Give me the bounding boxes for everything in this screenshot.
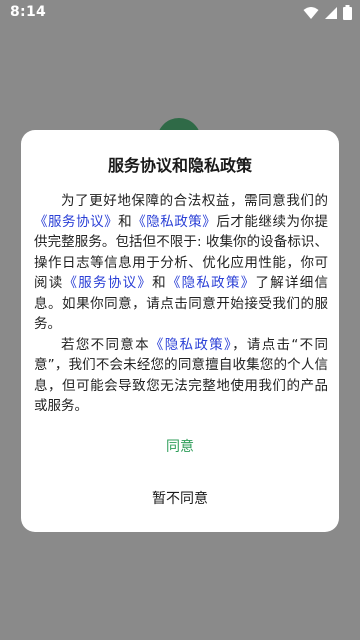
disagree-button[interactable]: 暂不同意 (21, 482, 339, 516)
cellular-signal-icon (324, 5, 338, 24)
body-text: 若您不同意本 (61, 336, 150, 353)
wifi-icon (303, 5, 319, 24)
privacy-policy-link[interactable]: 《隐私政策》 (132, 214, 216, 230)
privacy-policy-link[interactable]: 《隐私政策》 (167, 275, 256, 291)
status-time: 8:14 (10, 4, 47, 20)
privacy-dialog: 服务协议和隐私政策 为了更好地保障的合法权益，需同意我们的《服务协议》和《隐私政… (21, 130, 339, 532)
dialog-paragraph-2: 若您不同意本《隐私政策》，请点击“不同意”，我们不会未经您的同意擅自收集您的个人… (34, 335, 328, 417)
agree-button[interactable]: 同意 (21, 430, 339, 464)
dialog-body: 为了更好地保障的合法权益，需同意我们的《服务协议》和《隐私政策》后才能继续为你提… (34, 191, 328, 417)
body-text: 和 (152, 275, 167, 291)
dialog-paragraph-1: 为了更好地保障的合法权益，需同意我们的《服务协议》和《隐私政策》后才能继续为你提… (34, 191, 328, 335)
status-bar: 8:14 (0, 0, 360, 26)
service-agreement-link[interactable]: 《服务协议》 (64, 275, 153, 291)
battery-icon (343, 5, 352, 24)
status-icons (303, 5, 352, 24)
body-text: 为了更好地保障的合法权益，需同意我们的 (61, 193, 328, 209)
dialog-title: 服务协议和隐私政策 (107, 156, 252, 175)
privacy-policy-link[interactable]: 《隐私政策》 (150, 337, 232, 353)
service-agreement-link[interactable]: 《服务协议》 (34, 214, 118, 230)
body-text: 和 (118, 213, 133, 230)
